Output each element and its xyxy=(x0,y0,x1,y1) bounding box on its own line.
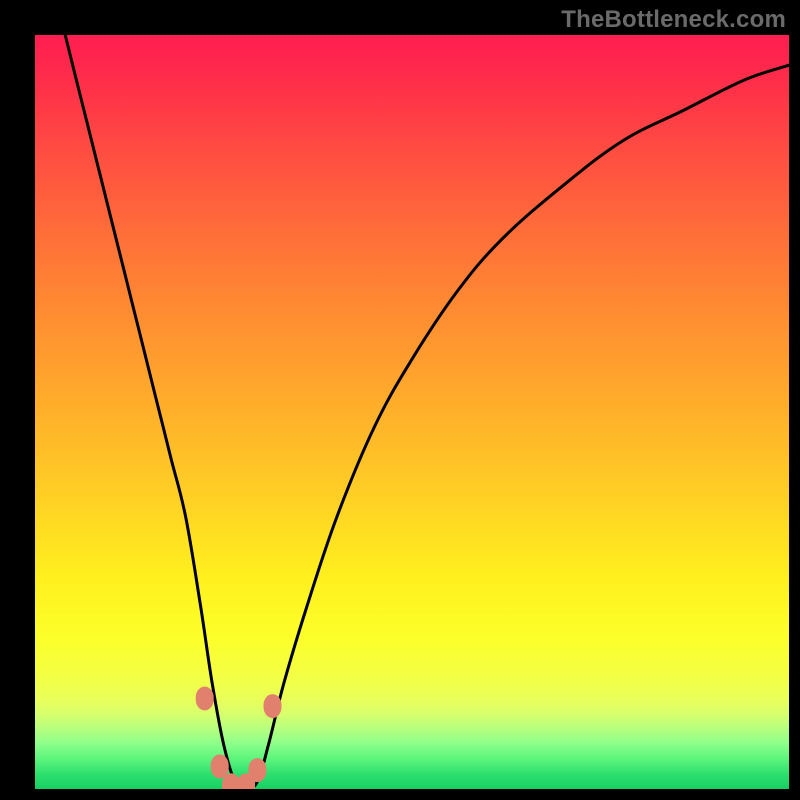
curve-marker xyxy=(211,754,229,778)
outer-frame: TheBottleneck.com xyxy=(0,0,800,800)
chart-svg xyxy=(35,35,789,789)
watermark-text: TheBottleneck.com xyxy=(561,6,786,34)
curve-markers xyxy=(196,687,282,790)
curve-marker xyxy=(196,687,214,711)
plot-area xyxy=(35,35,789,789)
curve-marker xyxy=(248,758,266,782)
bottleneck-curve xyxy=(65,35,789,789)
curve-marker xyxy=(264,694,282,718)
